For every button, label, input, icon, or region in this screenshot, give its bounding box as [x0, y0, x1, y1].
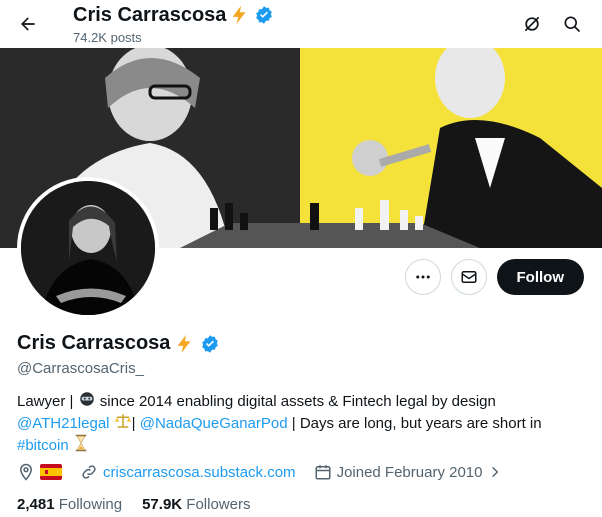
top-actions — [516, 8, 588, 40]
top-bar: Cris Carrascosa 74.2K posts — [0, 0, 602, 48]
scales-emoji-icon — [114, 414, 131, 428]
joined-date: Joined February 2010 — [336, 463, 483, 481]
avatar-image — [21, 181, 155, 315]
slashed-circle-icon — [524, 16, 540, 32]
profile-actions: Follow — [404, 259, 584, 295]
more-icon — [415, 275, 430, 279]
verified-badge-icon — [256, 6, 273, 24]
header-post-count: 74.2K posts — [73, 30, 142, 45]
header-title: Cris Carrascosa 74.2K posts — [73, 3, 274, 46]
message-button[interactable] — [450, 259, 487, 295]
bio-text: | Days are long, but years are short in — [291, 415, 542, 432]
lightning-icon — [178, 334, 191, 353]
back-button[interactable] — [12, 8, 44, 40]
display-name-row: Cris Carrascosa — [17, 332, 220, 355]
profile-bio: Lawyer | since 2014 enabling digital ass… — [17, 390, 587, 456]
location-pin-icon — [19, 463, 33, 481]
verified-badge-icon[interactable] — [200, 334, 220, 354]
grok-button[interactable] — [516, 8, 548, 40]
lightning-icon — [233, 5, 246, 25]
mention-link[interactable]: @ATH21legal — [17, 415, 110, 432]
search-button[interactable] — [556, 8, 588, 40]
bio-separator: | — [131, 415, 136, 432]
ninja-emoji-icon — [79, 392, 94, 406]
follow-stats: 2,481 Following 57.9K Followers — [17, 496, 250, 513]
mention-link[interactable]: @NadaQueGanarPod — [140, 415, 288, 432]
website-link[interactable]: criscarrascosa.substack.com — [103, 464, 296, 481]
more-button[interactable] — [404, 259, 441, 295]
bio-text: since 2014 enabling digital assets & Fin… — [99, 393, 496, 410]
spain-flag-icon — [40, 464, 62, 480]
display-name: Cris Carrascosa — [17, 332, 171, 354]
profile-meta: criscarrascosa.substack.com Joined Febru… — [17, 463, 514, 481]
following-label: Following — [58, 496, 123, 513]
user-handle: @CarrascosaCris_ — [17, 360, 144, 377]
follow-button[interactable]: Follow — [496, 259, 584, 295]
arrow-left-icon — [21, 17, 35, 31]
followers-count: 57.9K — [142, 496, 183, 513]
search-icon — [564, 16, 581, 33]
joined-item[interactable]: Joined February 2010 — [314, 463, 502, 481]
website-item: criscarrascosa.substack.com — [80, 463, 296, 481]
bio-text: Lawyer | — [17, 393, 74, 410]
envelope-icon — [461, 271, 476, 283]
chevron-right-icon — [491, 466, 498, 478]
followers-label: Followers — [186, 496, 251, 513]
following-count: 2,481 — [17, 496, 55, 513]
calendar-icon — [315, 465, 331, 480]
link-icon — [82, 465, 96, 479]
header-name-row: Cris Carrascosa — [73, 3, 274, 27]
hourglass-emoji-icon — [75, 434, 87, 452]
avatar[interactable] — [17, 177, 159, 319]
header-name: Cris Carrascosa — [73, 4, 227, 26]
followers-stat[interactable]: 57.9K Followers — [142, 496, 250, 513]
location-item — [17, 463, 62, 481]
hashtag-link[interactable]: #bitcoin — [17, 437, 69, 454]
following-stat[interactable]: 2,481 Following — [17, 496, 122, 513]
